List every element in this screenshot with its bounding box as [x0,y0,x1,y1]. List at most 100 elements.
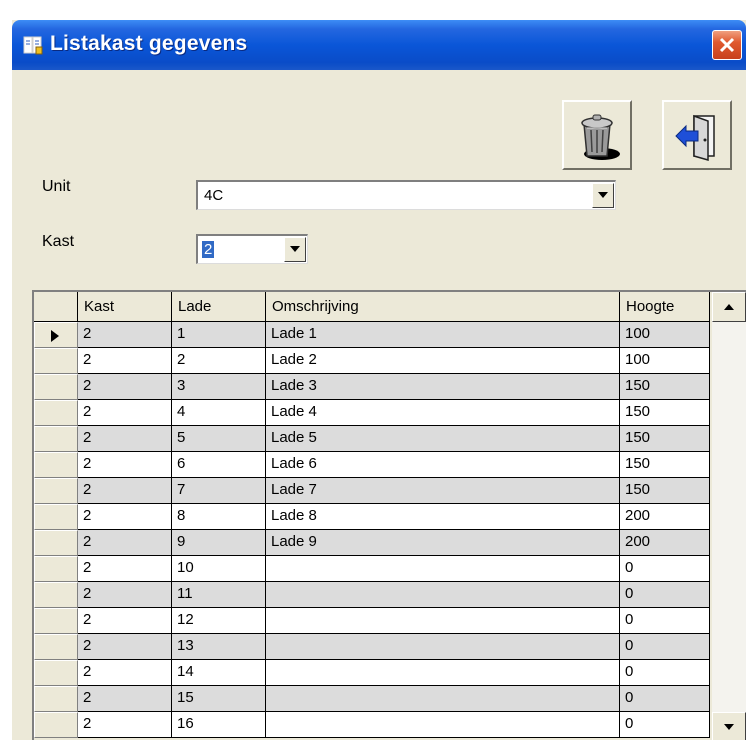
cell-lade[interactable]: 5 [172,426,266,452]
cell-hoogte[interactable]: 200 [620,504,710,530]
cell-hoogte[interactable]: 0 [620,660,710,686]
close-button[interactable] [712,30,742,60]
row-selector[interactable] [34,374,78,400]
table-row[interactable]: 2 3 Lade 3 150 [34,374,710,400]
cell-kast[interactable]: 2 [78,348,172,374]
vertical-scrollbar[interactable] [712,292,746,740]
cell-omschrijving[interactable] [266,686,620,712]
cell-hoogte[interactable]: 100 [620,348,710,374]
cell-kast[interactable]: 2 [78,478,172,504]
table-row[interactable]: 2 12 0 [34,608,710,634]
kast-dropdown-button[interactable] [284,237,306,262]
cell-omschrijving[interactable]: Lade 6 [266,452,620,478]
table-row[interactable]: 2 9 Lade 9 200 [34,530,710,556]
cell-hoogte[interactable]: 150 [620,374,710,400]
cell-lade[interactable]: 13 [172,634,266,660]
cell-hoogte[interactable]: 150 [620,400,710,426]
row-selector[interactable] [34,348,78,374]
table-row[interactable]: 2 5 Lade 5 150 [34,426,710,452]
cell-hoogte[interactable]: 0 [620,582,710,608]
cell-kast[interactable]: 2 [78,712,172,738]
cell-hoogte[interactable]: 150 [620,452,710,478]
cell-kast[interactable]: 2 [78,530,172,556]
cell-omschrijving[interactable]: Lade 4 [266,400,620,426]
drawers-grid[interactable]: Kast Lade Omschrijving Hoogte 2 1 Lade 1 10… [32,290,746,740]
cell-omschrijving[interactable]: Lade 2 [266,348,620,374]
row-selector[interactable] [34,712,78,738]
cell-kast[interactable]: 2 [78,556,172,582]
cell-lade[interactable]: 12 [172,608,266,634]
scroll-up-button[interactable] [712,292,746,322]
cell-kast[interactable]: 2 [78,660,172,686]
title-bar[interactable]: Listakast gegevens [12,20,746,70]
cell-kast[interactable]: 2 [78,400,172,426]
table-row[interactable]: 2 8 Lade 8 200 [34,504,710,530]
cell-kast[interactable]: 2 [78,452,172,478]
table-row[interactable]: 2 6 Lade 6 150 [34,452,710,478]
cell-hoogte[interactable]: 100 [620,322,710,348]
cell-kast[interactable]: 2 [78,686,172,712]
column-header-lade[interactable]: Lade [172,292,266,322]
cell-kast[interactable]: 2 [78,582,172,608]
cell-omschrijving[interactable]: Lade 1 [266,322,620,348]
delete-button[interactable] [562,100,632,170]
cell-lade[interactable]: 7 [172,478,266,504]
cell-omschrijving[interactable] [266,556,620,582]
cell-omschrijving[interactable] [266,582,620,608]
table-row[interactable]: 2 7 Lade 7 150 [34,478,710,504]
cell-lade[interactable]: 10 [172,556,266,582]
table-row[interactable]: 2 13 0 [34,634,710,660]
row-selector[interactable] [34,530,78,556]
kast-dropdown[interactable]: 2 [196,234,308,264]
cell-lade[interactable]: 3 [172,374,266,400]
row-selector[interactable] [34,556,78,582]
row-selector[interactable] [34,452,78,478]
table-row[interactable]: 2 16 0 [34,712,710,738]
cell-hoogte[interactable]: 0 [620,608,710,634]
cell-omschrijving[interactable] [266,634,620,660]
row-selector[interactable] [34,504,78,530]
cell-lade[interactable]: 11 [172,582,266,608]
cell-hoogte[interactable]: 0 [620,712,710,738]
cell-lade[interactable]: 8 [172,504,266,530]
cell-omschrijving[interactable]: Lade 3 [266,374,620,400]
row-selector[interactable] [34,608,78,634]
cell-omschrijving[interactable] [266,712,620,738]
cell-omschrijving[interactable]: Lade 7 [266,478,620,504]
table-row[interactable]: 2 1 Lade 1 100 [34,322,710,348]
cell-kast[interactable]: 2 [78,374,172,400]
column-header-omschrijving[interactable]: Omschrijving [266,292,620,322]
cell-lade[interactable]: 2 [172,348,266,374]
row-selector[interactable] [34,686,78,712]
cell-kast[interactable]: 2 [78,634,172,660]
cell-lade[interactable]: 4 [172,400,266,426]
cell-lade[interactable]: 14 [172,660,266,686]
cell-omschrijving[interactable]: Lade 9 [266,530,620,556]
cell-kast[interactable]: 2 [78,504,172,530]
cell-hoogte[interactable]: 0 [620,556,710,582]
row-selector[interactable] [34,634,78,660]
column-header-kast[interactable]: Kast [78,292,172,322]
cell-lade[interactable]: 15 [172,686,266,712]
row-selector[interactable] [34,478,78,504]
column-header-hoogte[interactable]: Hoogte [620,292,710,322]
exit-button[interactable] [662,100,732,170]
cell-omschrijving[interactable] [266,660,620,686]
cell-lade[interactable]: 1 [172,322,266,348]
table-row[interactable]: 2 4 Lade 4 150 [34,400,710,426]
cell-omschrijving[interactable] [266,608,620,634]
cell-hoogte[interactable]: 200 [620,530,710,556]
row-selector[interactable] [34,400,78,426]
table-row[interactable]: 2 11 0 [34,582,710,608]
cell-omschrijving[interactable]: Lade 8 [266,504,620,530]
cell-hoogte[interactable]: 150 [620,426,710,452]
table-row[interactable]: 2 10 0 [34,556,710,582]
table-row[interactable]: 2 15 0 [34,686,710,712]
row-selector[interactable] [34,322,78,348]
cell-kast[interactable]: 2 [78,608,172,634]
cell-hoogte[interactable]: 0 [620,686,710,712]
cell-hoogte[interactable]: 0 [620,634,710,660]
unit-dropdown[interactable]: 4C [196,180,616,210]
cell-lade[interactable]: 6 [172,452,266,478]
cell-hoogte[interactable]: 150 [620,478,710,504]
